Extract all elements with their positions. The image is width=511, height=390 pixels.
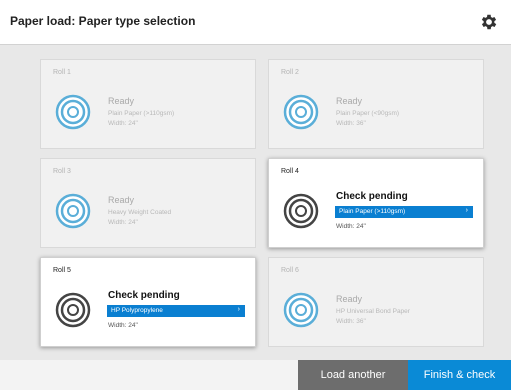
roll-width: Width: 24" bbox=[108, 322, 138, 329]
roll-label: Roll 2 bbox=[281, 69, 299, 76]
roll-card-5[interactable]: Roll 5 Check pending HP Polypropylene › … bbox=[40, 257, 256, 347]
finish-check-button[interactable]: Finish & check bbox=[408, 360, 511, 390]
chevron-right-icon: › bbox=[237, 306, 240, 313]
load-another-button[interactable]: Load another bbox=[298, 360, 408, 390]
chevron-right-icon: › bbox=[465, 207, 468, 214]
roll-status: Check pending bbox=[108, 290, 180, 301]
roll-card-3[interactable]: Roll 3 Ready Heavy Weight Coated Width: … bbox=[40, 158, 256, 248]
footer-bar: Load another Finish & check bbox=[0, 360, 511, 390]
paper-roll-icon bbox=[55, 94, 91, 130]
paper-roll-icon bbox=[283, 292, 319, 328]
paper-type: Plain Paper (>110gsm) bbox=[108, 110, 175, 117]
roll-label: Roll 3 bbox=[53, 168, 71, 175]
roll-width: Width: 24" bbox=[108, 219, 138, 226]
roll-card-1[interactable]: Roll 1 Ready Plain Paper (>110gsm) Width… bbox=[40, 59, 256, 149]
roll-status: Ready bbox=[336, 294, 363, 304]
roll-card-2[interactable]: Roll 2 Ready Plain Paper (<90gsm) Width:… bbox=[268, 59, 484, 149]
paper-type: HP Polypropylene bbox=[111, 307, 163, 314]
roll-status: Check pending bbox=[336, 191, 408, 202]
page-title: Paper load: Paper type selection bbox=[10, 14, 196, 28]
paper-type: Plain Paper (<90gsm) bbox=[336, 110, 400, 117]
roll-status: Ready bbox=[108, 96, 135, 106]
paper-type-dropdown[interactable]: Plain Paper (>110gsm) › bbox=[335, 206, 473, 218]
header: Paper load: Paper type selection bbox=[0, 0, 511, 45]
roll-label: Roll 5 bbox=[53, 267, 71, 274]
roll-card-4[interactable]: Roll 4 Check pending Plain Paper (>110gs… bbox=[268, 158, 484, 248]
paper-type-dropdown[interactable]: HP Polypropylene › bbox=[107, 305, 245, 317]
roll-label: Roll 1 bbox=[53, 69, 71, 76]
roll-card-6[interactable]: Roll 6 Ready HP Universal Bond Paper Wid… bbox=[268, 257, 484, 347]
roll-grid: Roll 1 Ready Plain Paper (>110gsm) Width… bbox=[0, 45, 511, 360]
gear-icon[interactable] bbox=[479, 12, 499, 32]
paper-roll-icon bbox=[55, 292, 91, 328]
paper-roll-icon bbox=[55, 193, 91, 229]
roll-label: Roll 6 bbox=[281, 267, 299, 274]
paper-type: Heavy Weight Coated bbox=[108, 209, 172, 216]
paper-type: HP Universal Bond Paper bbox=[336, 308, 410, 315]
roll-status: Ready bbox=[336, 96, 363, 106]
roll-width: Width: 36" bbox=[336, 318, 366, 325]
roll-width: Width: 24" bbox=[108, 120, 138, 127]
roll-label: Roll 4 bbox=[281, 168, 299, 175]
paper-roll-icon bbox=[283, 94, 319, 130]
paper-roll-icon bbox=[283, 193, 319, 229]
paper-type: Plain Paper (>110gsm) bbox=[339, 208, 406, 215]
roll-width: Width: 36" bbox=[336, 120, 366, 127]
roll-width: Width: 24" bbox=[336, 223, 366, 230]
roll-status: Ready bbox=[108, 195, 135, 205]
